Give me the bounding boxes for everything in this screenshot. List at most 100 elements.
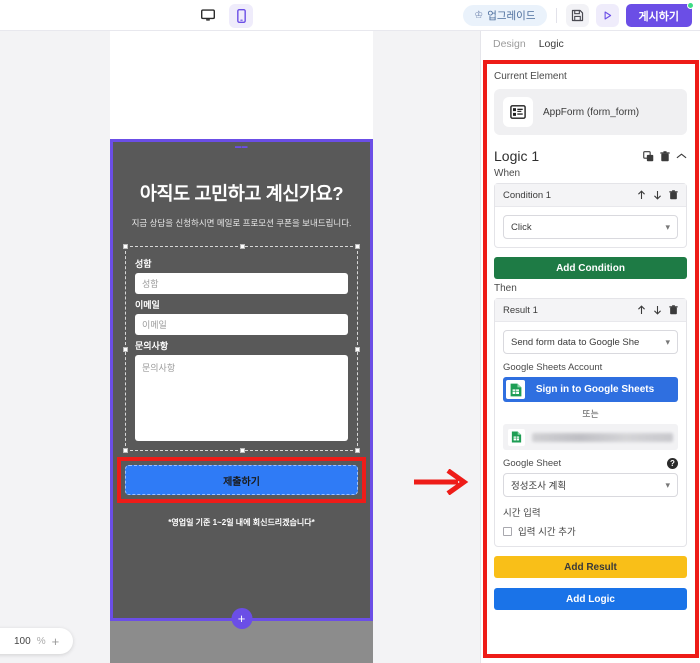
add-logic-button[interactable]: Add Logic xyxy=(494,588,687,610)
save-icon xyxy=(571,9,584,22)
preview-selected-section[interactable]: ▬▬ 아직도 고민하고 계신가요? 지금 상담을 신청하시면 메일로 프로모션 … xyxy=(110,139,373,621)
google-sheets-account-label: Google Sheets Account xyxy=(503,362,678,373)
hero-title: 아직도 고민하고 계신가요? xyxy=(113,180,370,206)
mobile-preview-frame: ▬▬ 아직도 고민하고 계신가요? 지금 상담을 신청하시면 메일로 프로모션 … xyxy=(110,31,373,663)
form-field-email-input[interactable]: 이메일 xyxy=(135,314,348,335)
preview-button[interactable] xyxy=(596,4,619,27)
arrow-right-icon xyxy=(412,469,472,495)
chevron-down-icon: ▾ xyxy=(665,337,670,348)
form-field-name-input[interactable]: 성함 xyxy=(135,273,348,294)
current-element-card[interactable]: AppForm (form_form) xyxy=(494,89,687,135)
add-timestamp-checkbox-row[interactable]: 입력 시간 추가 xyxy=(503,524,678,538)
section-handle[interactable]: ▬▬ xyxy=(235,144,248,150)
condition-card-header: Condition 1 xyxy=(495,184,686,207)
result-card: Result 1 xyxy=(494,298,687,547)
google-sheet-label: Google Sheet xyxy=(503,458,667,469)
resize-handle[interactable] xyxy=(240,244,245,249)
resize-handle[interactable] xyxy=(355,448,360,453)
preview-top-blank-section[interactable] xyxy=(110,31,373,139)
appform-element[interactable]: 성함 성함 이메일 이메일 문의사항 문의사항 xyxy=(125,246,358,451)
tab-design[interactable]: Design xyxy=(493,38,526,50)
resize-handle[interactable] xyxy=(355,244,360,249)
zoom-value: 100 xyxy=(14,636,31,647)
chevron-down-icon: ▾ xyxy=(665,480,670,491)
device-preview-toggles xyxy=(196,0,253,31)
arrow-up-icon[interactable] xyxy=(637,190,646,200)
submit-button-label: 제출하기 xyxy=(223,473,260,488)
condition-trigger-value: Click xyxy=(511,222,661,233)
chevron-up-icon[interactable] xyxy=(676,152,687,160)
zoom-in-button[interactable]: + xyxy=(52,634,60,649)
form-list-icon xyxy=(510,105,526,119)
google-sheets-icon xyxy=(506,380,525,399)
panel-collapse-button[interactable] xyxy=(480,43,481,60)
save-button[interactable] xyxy=(566,4,589,27)
condition-title: Condition 1 xyxy=(503,190,637,201)
editor-canvas[interactable]: ▬▬ 아직도 고민하고 계신가요? 지금 상담을 신청하시면 메일로 프로모션 … xyxy=(0,31,480,663)
arrow-up-icon[interactable] xyxy=(637,305,646,315)
google-sheets-icon xyxy=(508,429,525,446)
connected-account-row[interactable] xyxy=(503,424,678,450)
plus-icon: + xyxy=(238,612,246,625)
result-card-body: Send form data to Google She ▾ Google Sh… xyxy=(495,322,686,546)
resize-handle[interactable] xyxy=(240,448,245,453)
tab-logic[interactable]: Logic xyxy=(539,38,564,50)
add-timestamp-label: 입력 시간 추가 xyxy=(518,524,576,538)
result-action-value: Send form data to Google She xyxy=(511,337,661,348)
when-label: When xyxy=(494,168,687,179)
submit-button[interactable]: 제출하기 xyxy=(125,465,358,495)
resize-handle[interactable] xyxy=(123,448,128,453)
add-timestamp-checkbox[interactable] xyxy=(503,527,512,536)
trash-icon[interactable] xyxy=(669,190,678,200)
time-input-label: 시간 입력 xyxy=(503,505,678,519)
add-condition-label: Add Condition xyxy=(556,263,625,274)
condition-card-body: Click ▾ xyxy=(495,207,686,247)
hero-subtitle: 지금 상담을 신청하시면 메일로 프로모션 쿠폰을 보내드립니다. xyxy=(113,217,370,229)
top-toolbar-actions: ♔ 업그레이드 게시하기 xyxy=(463,0,692,31)
resize-handle[interactable] xyxy=(355,347,360,352)
form-field-email-placeholder: 이메일 xyxy=(142,318,167,331)
help-icon[interactable]: ? xyxy=(667,458,678,469)
desktop-preview-button[interactable] xyxy=(196,4,220,28)
publish-status-dot xyxy=(687,2,694,9)
sign-in-google-sheets-label: Sign in to Google Sheets xyxy=(525,384,675,395)
publish-label: 게시하기 xyxy=(639,8,679,24)
zoom-control[interactable]: 100 % + xyxy=(0,628,73,654)
upgrade-label: 업그레이드 xyxy=(487,8,535,23)
chevron-down-icon: ▾ xyxy=(665,222,670,233)
zoom-unit: % xyxy=(37,636,46,647)
form-element-icon xyxy=(503,97,533,127)
mobile-preview-button[interactable] xyxy=(229,4,253,28)
form-field-label-inquiry: 문의사항 xyxy=(135,339,348,352)
then-label: Then xyxy=(494,283,687,294)
upgrade-button[interactable]: ♔ 업그레이드 xyxy=(463,5,546,26)
logic-header: Logic 1 xyxy=(494,148,687,164)
add-result-label: Add Result xyxy=(564,562,617,573)
result-action-select[interactable]: Send form data to Google She ▾ xyxy=(503,330,678,354)
trash-icon[interactable] xyxy=(660,151,670,162)
form-field-inquiry-textarea[interactable]: 문의사항 xyxy=(135,355,348,441)
condition-actions xyxy=(637,190,678,200)
add-condition-button[interactable]: Add Condition xyxy=(494,257,687,279)
sign-in-google-sheets-button[interactable]: Sign in to Google Sheets xyxy=(503,377,678,402)
current-element-label: Current Element xyxy=(494,71,687,82)
google-sheet-select[interactable]: 정성조사 계획 ▾ xyxy=(503,473,678,497)
toolbar-divider xyxy=(556,8,557,23)
add-result-button[interactable]: Add Result xyxy=(494,556,687,578)
resize-handle[interactable] xyxy=(123,347,128,352)
panel-tabs: Design Logic xyxy=(481,31,700,57)
trash-icon[interactable] xyxy=(669,305,678,315)
google-sheet-label-row: Google Sheet ? xyxy=(503,458,678,469)
google-sheet-value: 정성조사 계획 xyxy=(511,478,661,492)
form-field-name-placeholder: 성함 xyxy=(142,277,159,290)
submit-button-wrapper: 제출하기 xyxy=(125,465,358,495)
add-section-button[interactable]: + xyxy=(231,608,252,629)
resize-handle[interactable] xyxy=(123,244,128,249)
arrow-down-icon[interactable] xyxy=(653,190,662,200)
duplicate-icon[interactable] xyxy=(643,151,654,162)
result-actions xyxy=(637,305,678,315)
red-arrow-annotation xyxy=(412,469,472,495)
condition-trigger-select[interactable]: Click ▾ xyxy=(503,215,678,239)
arrow-down-icon[interactable] xyxy=(653,305,662,315)
publish-button[interactable]: 게시하기 xyxy=(626,4,692,27)
